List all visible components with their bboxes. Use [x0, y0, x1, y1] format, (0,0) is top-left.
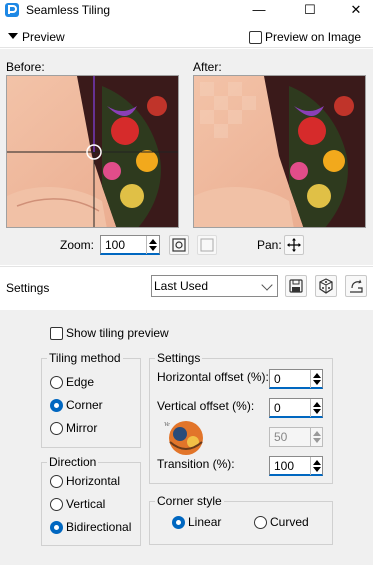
- pan-button[interactable]: [284, 235, 304, 255]
- radio-bidirectional[interactable]: [50, 521, 63, 534]
- zoom-label: Zoom:: [60, 238, 95, 252]
- horizontal-offset-value[interactable]: 0: [274, 372, 281, 386]
- radio-mirror[interactable]: [50, 422, 63, 435]
- transition-spinner[interactable]: [310, 457, 322, 475]
- preview-on-image-checkbox[interactable]: [249, 31, 262, 44]
- zoom-fit-button[interactable]: [169, 235, 189, 255]
- radio-curved[interactable]: [254, 516, 267, 529]
- app-icon: [5, 3, 19, 17]
- zoom-value[interactable]: 100: [105, 238, 125, 252]
- randomize-button[interactable]: [315, 275, 337, 297]
- pan-label: Pan:: [257, 238, 282, 252]
- watermark-logo: Ve: [164, 421, 203, 455]
- transition-label: Transition (%):: [157, 457, 235, 471]
- width-spinner[interactable]: [310, 428, 322, 446]
- move-arrows-icon: [287, 238, 301, 252]
- horizontal-offset-label: Horizontal offset (%):: [157, 370, 269, 384]
- vertical-offset-spinner[interactable]: [310, 399, 322, 417]
- zoom-actual-size-button[interactable]: [197, 235, 217, 255]
- close-button[interactable]: ✕: [333, 0, 373, 22]
- radio-linear-label[interactable]: Linear: [188, 515, 221, 529]
- after-label: After:: [193, 60, 222, 74]
- radio-linear[interactable]: [172, 516, 185, 529]
- zoom-fit-icon: [172, 238, 186, 252]
- maximize-button[interactable]: ☐: [287, 0, 333, 22]
- dice-icon: [319, 278, 333, 294]
- tiling-method-title: Tiling method: [47, 351, 123, 365]
- show-tiling-preview-label[interactable]: Show tiling preview: [66, 326, 169, 340]
- radio-vertical-label[interactable]: Vertical: [66, 497, 105, 511]
- collapse-triangle-icon[interactable]: [8, 33, 18, 39]
- save-icon: [289, 279, 303, 293]
- zoom-spinner[interactable]: [146, 236, 158, 254]
- radio-vertical[interactable]: [50, 498, 63, 511]
- preview-on-image-label[interactable]: Preview on Image: [265, 30, 361, 44]
- before-label: Before:: [6, 60, 45, 74]
- transition-value[interactable]: 100: [274, 459, 294, 473]
- radio-corner[interactable]: [50, 399, 63, 412]
- vertical-offset-value[interactable]: 0: [274, 401, 281, 415]
- show-tiling-preview-checkbox[interactable]: [50, 327, 63, 340]
- width-value[interactable]: 50: [274, 430, 287, 444]
- radio-horizontal[interactable]: [50, 475, 63, 488]
- corner-style-title: Corner style: [155, 494, 224, 508]
- before-preview-image[interactable]: [6, 75, 179, 228]
- radio-curved-label[interactable]: Curved: [270, 515, 309, 529]
- reset-button[interactable]: [345, 275, 367, 297]
- radio-horizontal-label[interactable]: Horizontal: [66, 474, 120, 488]
- vertical-offset-label: Vertical offset (%):: [157, 399, 255, 413]
- settings-label: Settings: [6, 281, 50, 295]
- vertical-offset-input[interactable]: 0: [269, 398, 323, 418]
- svg-text:Ve: Ve: [164, 422, 170, 428]
- save-preset-button[interactable]: [285, 275, 307, 297]
- minimize-button[interactable]: —: [236, 0, 282, 22]
- radio-mirror-label[interactable]: Mirror: [66, 421, 97, 435]
- radio-edge[interactable]: [50, 376, 63, 389]
- transition-input[interactable]: 100: [269, 456, 323, 476]
- preset-value[interactable]: Last Used: [154, 279, 208, 293]
- preview-section-label: Preview: [22, 30, 65, 44]
- after-preview-image[interactable]: [193, 75, 366, 228]
- reset-icon: [350, 279, 363, 293]
- window-title: Seamless Tiling: [26, 3, 111, 17]
- horizontal-offset-input[interactable]: 0: [269, 369, 323, 389]
- radio-bidirectional-label[interactable]: Bidirectional: [66, 520, 131, 534]
- radio-corner-label[interactable]: Corner: [66, 398, 103, 412]
- direction-title: Direction: [47, 455, 99, 469]
- horizontal-offset-spinner[interactable]: [310, 370, 322, 388]
- settings-group-title: Settings: [155, 351, 203, 365]
- width-input[interactable]: 50: [269, 427, 323, 447]
- radio-edge-label[interactable]: Edge: [66, 375, 94, 389]
- actual-size-icon: [200, 238, 214, 252]
